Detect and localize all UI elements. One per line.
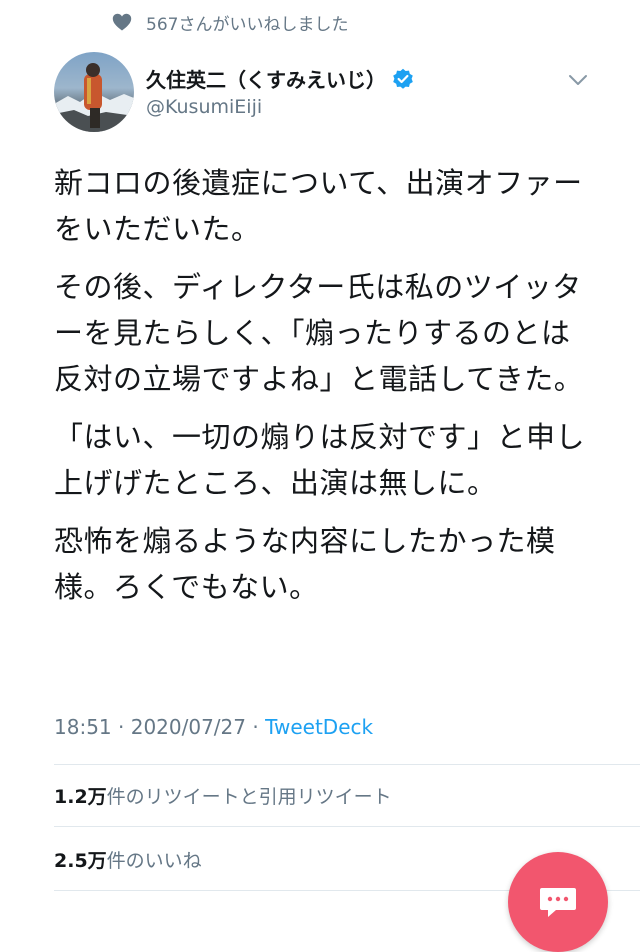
tweet-paragraph: その後、ディレクター氏は私のツイッターを見たらしく、「煽ったりするのとは反対の立…	[54, 270, 584, 396]
divider	[54, 826, 640, 827]
liked-by-context[interactable]: 567さんがいいねしました	[112, 10, 349, 35]
liked-by-text: 567さんがいいねしました	[146, 14, 349, 35]
tweet-paragraph: 新コロの後遺症について、出演オファーをいただいた。	[54, 166, 583, 246]
tweet-time: 18:51	[54, 715, 112, 739]
likes-stat[interactable]: 2.5万件のいいね	[54, 846, 202, 873]
author-display-name: 久住英二（くすみえいじ）	[146, 68, 386, 92]
author-handle[interactable]: @KusumiEiji	[146, 96, 262, 118]
tweet-date: 2020/07/27	[130, 715, 246, 739]
compose-button[interactable]	[508, 852, 608, 952]
likes-label: 件のいいね	[106, 850, 202, 872]
chevron-down-icon[interactable]	[566, 68, 590, 92]
retweets-label: 件のリツイートと引用リツイート	[106, 786, 392, 808]
verified-badge-icon	[392, 68, 414, 90]
likes-count: 2.5万	[54, 850, 107, 872]
tweet-metadata: 18:51 · 2020/07/27 · TweetDeck	[54, 715, 373, 739]
tweet-text: 新コロの後遺症について、出演オファーをいただいた。 その後、ディレクター氏は私の…	[54, 160, 594, 622]
tweet-source-link[interactable]: TweetDeck	[265, 715, 373, 739]
tweet-paragraph: 恐怖を煽るような内容にしたかった模様。ろくでもない。	[54, 524, 556, 604]
retweets-stat[interactable]: 1.2万件のリツイートと引用リツイート	[54, 782, 392, 809]
author-name-row[interactable]: 久住英二（くすみえいじ）	[146, 64, 414, 93]
meta-separator: ·	[246, 715, 266, 739]
heart-icon	[112, 13, 132, 31]
divider	[54, 764, 640, 765]
retweets-count: 1.2万	[54, 786, 107, 808]
tweet-paragraph: 「はい、一切の煽りは反対です」と申し上げげたところ、出演は無しに。	[54, 420, 586, 500]
speech-bubble-icon	[540, 888, 576, 917]
avatar[interactable]	[54, 52, 134, 132]
meta-separator: ·	[111, 715, 131, 739]
